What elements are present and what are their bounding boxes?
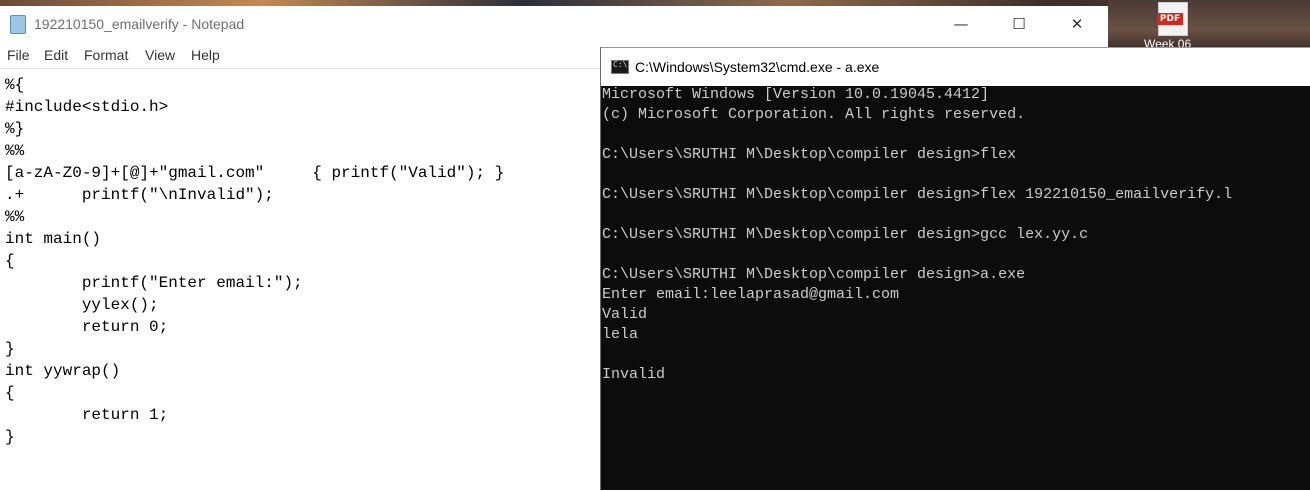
code-line: %} <box>5 120 25 138</box>
console-line: lela <box>602 326 639 343</box>
cmd-console[interactable]: Microsoft Windows [Version 10.0.19045.44… <box>601 85 1310 490</box>
code-line: %{ <box>5 76 25 94</box>
console-line: Enter email:leelaprasad@gmail.com <box>602 286 900 303</box>
code-line: } <box>5 428 15 446</box>
pdf-tag: PDF <box>1157 13 1183 25</box>
code-line: #include<stdio.h> <box>5 98 169 116</box>
code-line: { <box>5 384 15 402</box>
notepad-text-area[interactable]: %{ #include<stdio.h> %} %% [a-zA-Z0-9]+[… <box>0 68 600 491</box>
cmd-titlebar[interactable]: C:\ C:\Windows\System32\cmd.exe - a.exe <box>601 47 1310 86</box>
console-line: C:\Users\SRUTHI M\Desktop\compiler desig… <box>602 266 1026 283</box>
code-line: printf("Enter email:"); <box>5 274 303 292</box>
notepad-icon <box>10 15 26 34</box>
menu-view[interactable]: View <box>145 47 175 63</box>
cmd-icon-text: C:\ <box>613 60 628 69</box>
notepad-title: 192210150_emailverify - Notepad <box>34 16 245 32</box>
menu-format[interactable]: Format <box>84 47 128 63</box>
code-line: yylex(); <box>5 296 159 314</box>
console-line: Microsoft Windows [Version 10.0.19045.44… <box>602 86 990 103</box>
pdf-file-icon[interactable]: PDF <box>1157 2 1188 36</box>
code-line: int main() <box>5 230 102 248</box>
code-line: %% <box>5 208 25 226</box>
notepad-titlebar[interactable]: 192210150_emailverify - Notepad — ☐ ✕ <box>0 6 1108 42</box>
cmd-window: C:\ C:\Windows\System32\cmd.exe - a.exe … <box>600 47 1310 490</box>
menu-file[interactable]: File <box>7 47 30 63</box>
code-line: int yywrap() <box>5 362 121 380</box>
code-line: return 1; <box>5 406 169 424</box>
minimize-button[interactable]: — <box>932 6 990 42</box>
code-line: return 0; <box>5 318 169 336</box>
desktop-area: PDF Week 06 <box>1108 0 1310 51</box>
cmd-title: C:\Windows\System32\cmd.exe - a.exe <box>635 59 880 75</box>
menu-help[interactable]: Help <box>191 47 220 63</box>
console-line: C:\Users\SRUTHI M\Desktop\compiler desig… <box>602 226 1089 243</box>
console-line: Invalid <box>602 366 666 383</box>
cmd-icon: C:\ <box>611 60 629 74</box>
console-line: Valid <box>602 306 648 323</box>
code-line: [a-zA-Z0-9]+[@]+"gmail.com" { printf("Va… <box>5 164 505 182</box>
close-button[interactable]: ✕ <box>1048 6 1106 42</box>
console-line: C:\Users\SRUTHI M\Desktop\compiler desig… <box>602 186 1233 203</box>
code-line: } <box>5 340 15 358</box>
console-line: (c) Microsoft Corporation. All rights re… <box>602 106 1026 123</box>
code-line: %% <box>5 142 25 160</box>
code-line: { <box>5 252 15 270</box>
menu-edit[interactable]: Edit <box>44 47 68 63</box>
code-line: .+ printf("\nInvalid"); <box>5 186 274 204</box>
maximize-button[interactable]: ☐ <box>990 6 1048 42</box>
console-line: C:\Users\SRUTHI M\Desktop\compiler desig… <box>602 146 1017 163</box>
